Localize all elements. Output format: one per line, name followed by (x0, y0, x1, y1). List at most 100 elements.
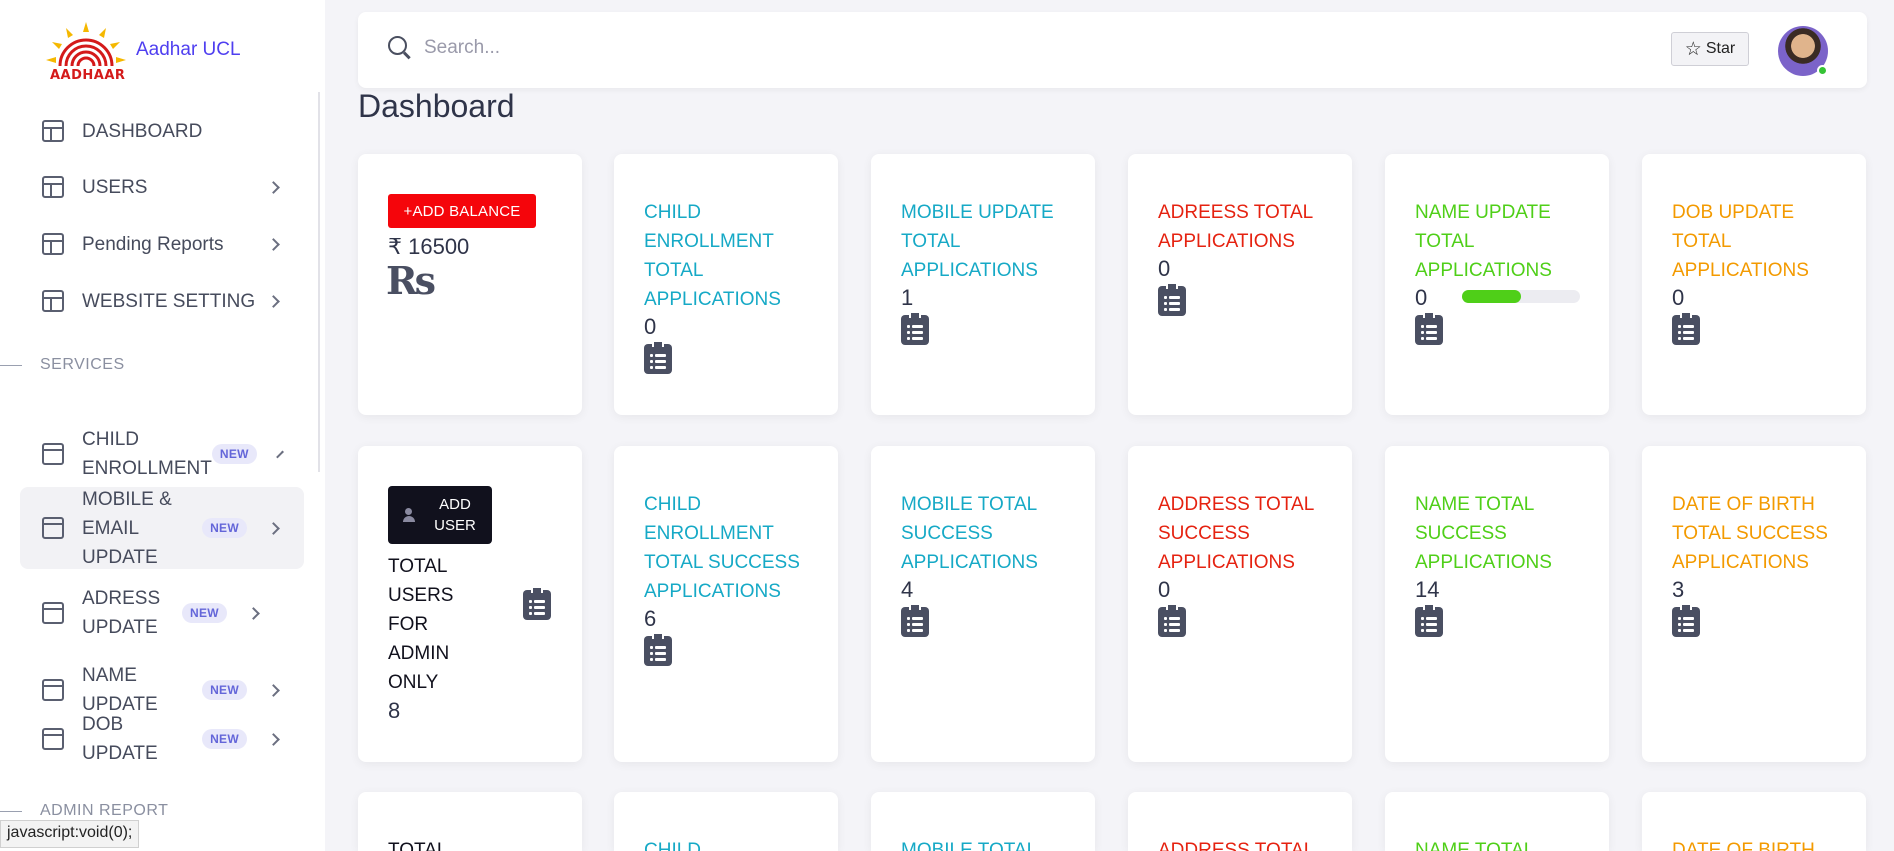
stat-card[interactable]: NAME UPDATE TOTAL APPLICATIONS 0 (1385, 154, 1609, 415)
sidebar-item-child-enrollment[interactable]: CHILD ENROLLMENT NEW (20, 414, 304, 494)
sidebar-item-website-setting[interactable]: WEBSITE SETTING (20, 279, 304, 323)
sidebar-item-label: ADRESS UPDATE (82, 588, 161, 638)
stat-card[interactable]: ADDRESS TOTAL (1128, 792, 1352, 851)
window-icon (42, 517, 64, 539)
sidebar-item-users[interactable]: USERS (20, 165, 304, 209)
clipboard-list-icon (1672, 603, 1700, 637)
star-button[interactable]: ☆ Star (1671, 32, 1749, 66)
sidebar-item-label: DASHBOARD (82, 120, 203, 142)
card-value: 0 (1672, 285, 1685, 310)
stat-card[interactable]: MOBILE TOTAL SUCCESS APPLICATIONS 4 (871, 446, 1095, 762)
window-icon (42, 443, 64, 465)
layout-icon (42, 176, 64, 198)
sidebar-item-label: Pending Reports (82, 233, 224, 255)
brand-name: Aadhar UCL (136, 39, 241, 60)
stat-card[interactable]: CHILD ENROLLMENT TOTAL SUCCESS APPLICATI… (614, 446, 838, 762)
stat-card[interactable]: NAME TOTAL SUCCESS APPLICATIONS 14 (1385, 446, 1609, 762)
stat-card[interactable]: NAME TOTAL (1385, 792, 1609, 851)
search-input[interactable] (424, 34, 724, 62)
star-icon: ☆ (1684, 38, 1702, 60)
stat-card[interactable]: ADDRESS TOTAL SUCCESS APPLICATIONS 0 (1128, 446, 1352, 762)
new-badge: NEW (202, 729, 247, 749)
layout-icon (42, 120, 64, 142)
chevron-right-icon (247, 606, 260, 620)
aadhaar-logo-icon: AADHAAR (40, 20, 132, 84)
card-title: MOBILE TOTAL (901, 840, 1038, 851)
stat-card[interactable]: DOB UPDATE TOTAL APPLICATIONS 0 (1642, 154, 1866, 415)
chevron-right-icon (267, 294, 280, 308)
sidebar-item-mobile-email-update[interactable]: MOBILE & EMAIL UPDATE NEW (20, 487, 304, 569)
window-icon (42, 728, 64, 750)
sidebar-item-label: WEBSITE SETTING (82, 290, 256, 312)
layout-icon (42, 290, 64, 312)
users-card: ADD USER TOTAL USERS FOR ADMIN ONLY 8 (358, 446, 582, 762)
page-title: Dashboard (358, 88, 515, 124)
card-title: ADREESS TOTAL APPLICATIONS (1158, 202, 1313, 252)
card-title: ADDRESS TOTAL SUCCESS APPLICATIONS (1158, 494, 1314, 573)
sidebar-item-label: DOB UPDATE (82, 714, 158, 764)
sidebar-item-label: USERS (82, 176, 148, 198)
new-badge: NEW (202, 680, 247, 700)
new-badge: NEW (211, 444, 257, 464)
sidebar-item-dashboard[interactable]: DASHBOARD (20, 109, 304, 153)
sidebar-item-adress-update[interactable]: ADRESS UPDATE NEW (20, 572, 304, 654)
new-badge: NEW (202, 518, 247, 538)
stat-card[interactable]: DATE OF BIRTH TOTAL SUCCESS APPLICATIONS… (1642, 446, 1866, 762)
card-title: CHILD (644, 840, 702, 851)
sidebar-item-label: MOBILE & EMAIL UPDATE (82, 488, 172, 568)
sidebar-scrollbar[interactable] (318, 92, 320, 472)
rupee-icon: Rs (386, 258, 436, 303)
clipboard-list-icon (901, 603, 929, 637)
clipboard-list-icon (1158, 282, 1186, 316)
add-user-label: ADD USER (434, 496, 476, 534)
card-title: DOB UPDATE TOTAL APPLICATIONS (1672, 202, 1809, 281)
section-admin-report: ADMIN REPORT (0, 802, 168, 820)
card-value: 8 (388, 698, 401, 723)
card-value: 0 (644, 314, 657, 339)
section-admin-label: ADMIN REPORT (40, 802, 169, 819)
stat-card[interactable]: MOBILE TOTAL (871, 792, 1095, 851)
search-icon (388, 36, 407, 55)
stat-card[interactable]: TOTAL (358, 792, 582, 851)
clipboard-list-icon (901, 311, 929, 345)
add-balance-button[interactable]: +ADD BALANCE (388, 194, 536, 228)
card-title: MOBILE TOTAL SUCCESS APPLICATIONS (901, 494, 1038, 573)
stat-card[interactable]: ADREESS TOTAL APPLICATIONS 0 (1128, 154, 1352, 415)
card-value: 4 (901, 577, 914, 602)
stat-card[interactable]: DATE OF BIRTH (1642, 792, 1866, 851)
card-title: ADDRESS TOTAL (1158, 840, 1315, 851)
card-title: NAME TOTAL (1415, 840, 1535, 851)
add-user-icon (403, 508, 421, 522)
topbar: ☆ Star (358, 12, 1867, 88)
card-title: NAME UPDATE TOTAL APPLICATIONS (1415, 202, 1552, 281)
card-title: CHILD ENROLLMENT TOTAL SUCCESS APPLICATI… (644, 494, 800, 602)
clipboard-list-icon (523, 586, 551, 620)
card-value: 6 (644, 606, 657, 631)
browser-status-bar: javascript:void(0); (0, 820, 140, 848)
card-title: TOTAL (388, 840, 448, 851)
progress-bar (1462, 290, 1580, 303)
new-badge: NEW (182, 603, 227, 623)
window-icon (42, 602, 64, 624)
card-value: 0 (1415, 285, 1428, 310)
progress-fill (1462, 290, 1521, 303)
online-status-dot (1817, 65, 1828, 76)
sidebar-item-dob-update[interactable]: DOB UPDATE NEW (20, 714, 304, 764)
stat-card[interactable]: CHILD (614, 792, 838, 851)
clipboard-list-icon (1672, 311, 1700, 345)
add-user-button[interactable]: ADD USER (388, 486, 492, 544)
card-title: CHILD ENROLLMENT TOTAL APPLICATIONS (644, 202, 781, 310)
brand[interactable]: AADHAAR Aadhar UCL (40, 20, 241, 84)
clipboard-list-icon (644, 632, 672, 666)
sidebar-item-pending-reports[interactable]: Pending Reports (20, 222, 304, 266)
star-label: Star (1705, 40, 1736, 57)
card-value: 0 (1158, 256, 1171, 281)
card-value: 3 (1672, 577, 1685, 602)
avatar[interactable] (1778, 26, 1828, 76)
stat-card[interactable]: CHILD ENROLLMENT TOTAL APPLICATIONS 0 (614, 154, 838, 415)
card-value: 14 (1415, 577, 1440, 602)
stat-card[interactable]: MOBILE UPDATE TOTAL APPLICATIONS 1 (871, 154, 1095, 415)
card-title: MOBILE UPDATE TOTAL APPLICATIONS (901, 202, 1054, 281)
card-title: DATE OF BIRTH TOTAL SUCCESS APPLICATIONS (1672, 494, 1828, 573)
card-value: 0 (1158, 577, 1171, 602)
